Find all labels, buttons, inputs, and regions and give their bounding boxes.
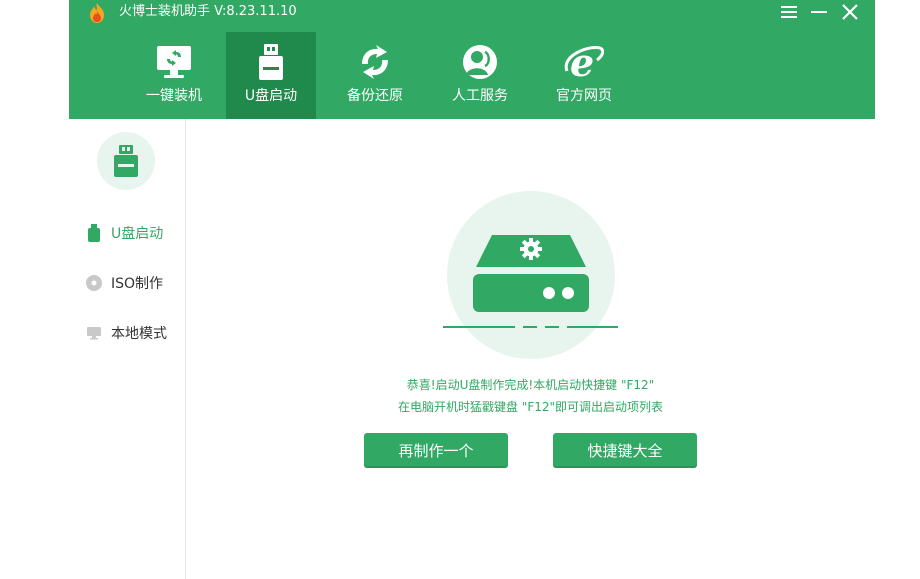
backup-restore-icon — [355, 42, 395, 82]
monitor-install-icon — [154, 42, 194, 82]
tab-label: 备份还原 — [347, 88, 403, 104]
sidebar-header-badge — [97, 132, 155, 190]
app-window: 火博士装机助手 V:8.23.11.10 一键装机 U盘启动 备份还原 人工服务… — [69, 0, 875, 579]
success-message: 恭喜!启动U盘制作完成!本机启动快捷键 "F12" — [406, 378, 655, 392]
usb-drive-icon — [251, 42, 291, 82]
sidebar-item-iso-make[interactable]: ISO制作 — [83, 272, 163, 294]
sidebar-item-label: ISO制作 — [111, 276, 164, 292]
tab-label: 一键装机 — [146, 88, 202, 104]
fire-logo-icon — [86, 2, 108, 24]
usb-small-icon — [83, 222, 105, 244]
tab-usb-boot[interactable]: U盘启动 — [226, 32, 316, 119]
sidebar: U盘启动 ISO制作 本地模式 — [69, 119, 186, 579]
main-content: 恭喜!启动U盘制作完成!本机启动快捷键 "F12" 在电脑开机时猛戳键盘 "F1… — [186, 119, 875, 579]
menu-icon — [781, 6, 797, 18]
shortcut-keys-button[interactable]: 快捷键大全 — [553, 433, 697, 468]
tab-label: 人工服务 — [452, 88, 508, 104]
minimize-button[interactable] — [808, 2, 830, 22]
app-title: 火博士装机助手 V:8.23.11.10 — [119, 4, 297, 19]
customer-service-icon — [460, 42, 500, 82]
browser-ie-icon: e — [564, 42, 604, 82]
tab-label: 官方网页 — [556, 88, 612, 104]
tab-customer-service[interactable]: 人工服务 — [434, 32, 526, 119]
sidebar-item-usb-boot[interactable]: U盘启动 — [83, 222, 163, 244]
disc-icon — [83, 272, 105, 294]
monitor-small-icon — [83, 322, 105, 344]
close-icon — [842, 4, 858, 20]
tab-label: U盘启动 — [244, 88, 298, 104]
tab-official-website[interactable]: e 官方网页 — [526, 32, 642, 119]
menu-button[interactable] — [778, 2, 800, 22]
minimize-icon — [811, 11, 827, 13]
title-bar: 火博士装机助手 V:8.23.11.10 一键装机 U盘启动 备份还原 人工服务… — [69, 0, 875, 119]
hint-message: 在电脑开机时猛戳键盘 "F12"即可调出启动项列表 — [397, 400, 664, 414]
sidebar-item-label: U盘启动 — [111, 226, 164, 242]
close-button[interactable] — [839, 2, 861, 22]
tab-backup-restore[interactable]: 备份还原 — [316, 32, 434, 119]
sidebar-item-local-mode[interactable]: 本地模式 — [83, 322, 167, 344]
remake-button[interactable]: 再制作一个 — [364, 433, 508, 468]
tab-one-click-install[interactable]: 一键装机 — [122, 32, 226, 119]
main-nav: 一键装机 U盘启动 备份还原 人工服务 e 官方网页 — [122, 32, 642, 119]
sidebar-item-label: 本地模式 — [111, 326, 167, 342]
usb-drive-icon — [114, 145, 138, 177]
drive-gear-icon — [436, 227, 626, 335]
